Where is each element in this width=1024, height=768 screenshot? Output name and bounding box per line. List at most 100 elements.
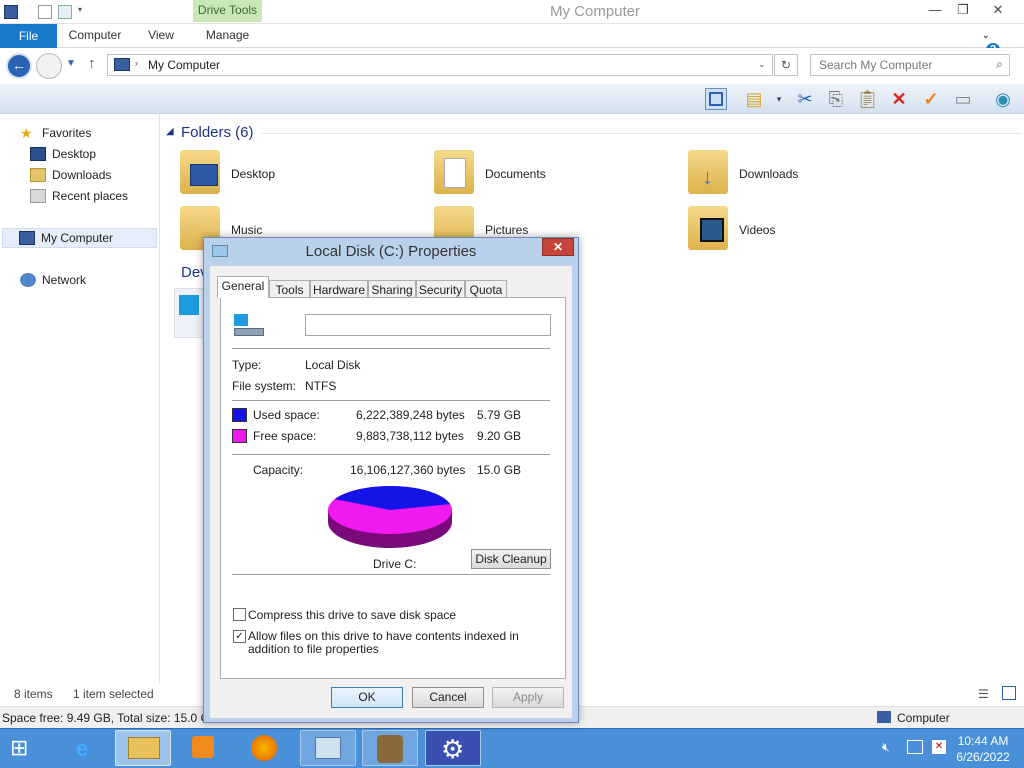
ok-button[interactable]: OK [331, 687, 403, 708]
nav-recent-places[interactable]: Recent places [30, 186, 128, 206]
tab-manage[interactable]: Manage [193, 24, 262, 47]
taskbar-user-app[interactable] [362, 730, 418, 766]
close-button[interactable]: ✕ [982, 0, 1014, 20]
separator [232, 454, 550, 455]
arrow-left-icon: ← [12, 57, 26, 73]
folder-pictures-label[interactable]: Pictures [485, 223, 528, 237]
rename-icon[interactable]: ▭ [952, 88, 974, 110]
taskbar-clock[interactable]: 10:44 AM 6/26/2022 [952, 733, 1014, 765]
recent-places-icon [30, 189, 46, 203]
search-placeholder: Search My Computer [819, 58, 933, 72]
network-app-icon [315, 737, 341, 759]
folder-documents-label[interactable]: Documents [485, 167, 546, 181]
free-space-label: Free space: [253, 429, 317, 443]
disk-cleanup-button[interactable]: Disk Cleanup [471, 549, 551, 569]
maximize-button[interactable]: ❐ [948, 0, 978, 20]
recent-locations-chevron-icon[interactable]: ▼ [66, 58, 76, 69]
folder-desktop-icon[interactable] [180, 150, 220, 194]
folders-header[interactable]: Folders (6) [181, 124, 254, 141]
properties-icon[interactable] [38, 5, 52, 19]
disk-usage-pie-chart [328, 485, 452, 548]
chevron-down-icon[interactable]: ⌄ [982, 30, 990, 40]
paste-icon[interactable]: 📋︎ [856, 88, 879, 110]
nav-my-computer[interactable]: My Computer [2, 228, 157, 248]
dialog-title: Local Disk (C:) Properties [305, 243, 477, 260]
separator [232, 400, 550, 401]
folder-desktop-label[interactable]: Desktop [231, 167, 275, 181]
chevron-down-icon[interactable]: ▾ [78, 5, 86, 19]
nav-downloads[interactable]: Downloads [30, 165, 111, 185]
chevron-down-icon[interactable]: ▾ [768, 88, 790, 110]
header-divider [262, 133, 1022, 134]
forward-button[interactable] [36, 53, 62, 79]
folder-videos-label[interactable]: Videos [739, 223, 775, 237]
folder-music-label[interactable]: Music [231, 223, 262, 237]
index-checkbox[interactable]: ✓ [233, 630, 246, 643]
properties-check-icon[interactable]: ▤ [743, 88, 765, 110]
compress-label[interactable]: Compress this drive to save disk space [248, 608, 456, 622]
used-space-gb: 5.79 GB [477, 408, 522, 422]
taskbar-media-player[interactable] [176, 730, 232, 766]
quick-access-toolbar: ▾ [4, 4, 86, 20]
local-disk-c-item[interactable] [174, 288, 206, 338]
capacity-label: Capacity: [253, 463, 304, 477]
nav-network[interactable]: Network [20, 270, 86, 290]
drive-label: Drive C: [373, 557, 417, 571]
computer-icon[interactable] [4, 5, 18, 19]
dialog-close-button[interactable]: ✕ [542, 238, 574, 256]
help-row: ⌄ ? [982, 27, 1010, 57]
nav-desktop[interactable]: Desktop [30, 144, 96, 164]
globe-icon[interactable]: ◉ [992, 88, 1014, 110]
large-icons-view-icon[interactable] [1002, 686, 1016, 700]
breadcrumb-my-computer[interactable]: My Computer [148, 58, 220, 72]
taskbar-firefox[interactable] [237, 730, 293, 766]
type-value: Local Disk [305, 358, 361, 372]
search-input[interactable]: Search My Computer ⌕ [810, 54, 1010, 76]
taskbar-internet-explorer[interactable]: e [58, 730, 114, 766]
folder-downloads-label[interactable]: Downloads [739, 167, 798, 181]
delete-icon[interactable]: ✕ [888, 88, 910, 110]
action-center-icon[interactable]: ✕ [932, 740, 946, 754]
address-bar[interactable]: › My Computer ⌄ [107, 54, 773, 76]
network-status-icon[interactable] [907, 740, 923, 754]
nav-favorites[interactable]: ★ Favorites [20, 123, 91, 143]
tab-computer[interactable]: Computer [58, 24, 132, 47]
tab-view[interactable]: View [136, 24, 186, 47]
taskbar-settings[interactable]: ⚙ [425, 730, 481, 766]
address-dropdown-icon[interactable]: ⌄ [758, 59, 766, 70]
back-button[interactable]: ← [6, 53, 32, 79]
cut-icon[interactable]: ✂ [794, 88, 816, 110]
taskbar-network-app[interactable] [300, 730, 356, 766]
folder-downloads-icon[interactable]: ↓ [688, 150, 728, 194]
start-windows-icon[interactable]: ⊞ [10, 736, 38, 760]
volume-muted-icon[interactable]: 🔇︎ [882, 740, 890, 755]
breadcrumb-separator-icon: › [135, 58, 138, 68]
file-system-value: NTFS [305, 379, 337, 393]
minimize-button[interactable]: — [920, 0, 950, 20]
preview-pane-icon[interactable] [705, 88, 727, 110]
refresh-icon: ↻ [780, 58, 792, 72]
index-label[interactable]: Allow files on this drive to have conten… [248, 630, 548, 656]
cancel-button[interactable]: Cancel [412, 687, 484, 708]
tab-file[interactable]: File [0, 24, 57, 48]
drive-tools-context-label: Drive Tools [193, 0, 262, 22]
checkmark-icon[interactable]: ✓ [920, 88, 942, 110]
space-info: Space free: 9.49 GB, Total size: 15.0 GB [2, 711, 218, 725]
tab-general[interactable]: General [217, 276, 269, 298]
folder-videos-icon[interactable] [688, 206, 728, 250]
folder-documents-icon[interactable] [434, 150, 474, 194]
copy-icon[interactable]: ⎘ [825, 88, 847, 110]
taskbar-file-explorer[interactable] [115, 730, 171, 766]
collapse-chevron-icon[interactable]: ◢ [166, 126, 174, 137]
used-space-bytes: 6,222,389,248 bytes [356, 408, 465, 422]
details-view-icon[interactable]: ☰ [978, 687, 989, 701]
title-bar: ▾ Drive Tools My Computer — ❐ ✕ [0, 0, 1024, 24]
new-folder-icon[interactable] [58, 5, 72, 19]
compress-checkbox[interactable] [233, 608, 246, 621]
apply-button[interactable]: Apply [492, 687, 564, 708]
up-arrow-icon[interactable]: ↑ [88, 55, 96, 72]
drive-name-input[interactable] [305, 314, 551, 336]
search-icon: ⌕ [996, 57, 1003, 71]
refresh-button[interactable]: ↻ [774, 54, 798, 76]
network-icon [20, 273, 36, 287]
